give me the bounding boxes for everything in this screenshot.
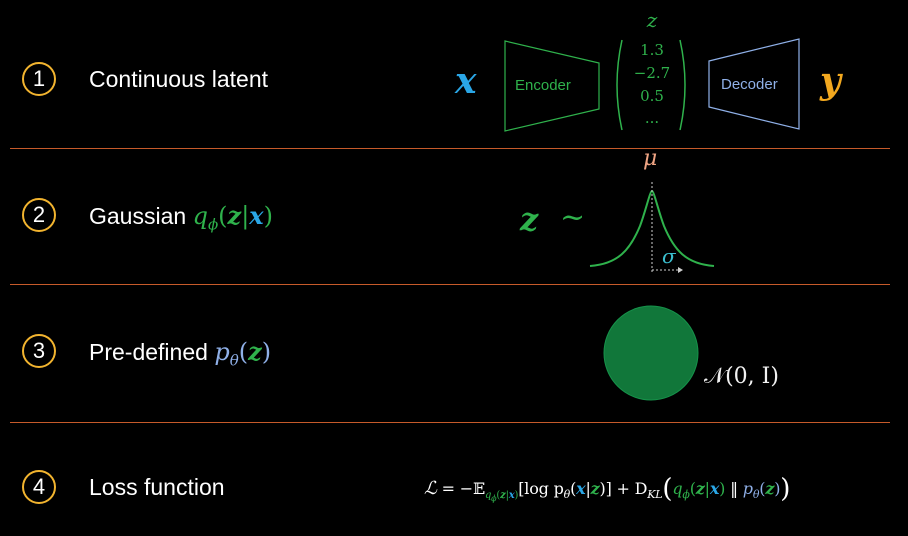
row-label-prior-text: Pre-defined — [89, 339, 215, 365]
kl-open: ( — [662, 474, 673, 504]
step-number-3: 3 — [22, 334, 56, 368]
neg-expectation: = −𝔼 — [436, 479, 486, 498]
gaussian-curve — [589, 182, 715, 274]
lik-close: )] — [599, 479, 612, 498]
q-z: z — [227, 201, 242, 230]
loss-symbol: ℒ — [424, 478, 437, 499]
row-label-gaussian-text: Gaussian — [89, 203, 193, 229]
input-x: x — [455, 60, 477, 102]
kl-p-z: z — [765, 479, 775, 498]
close-paren: ) — [263, 202, 273, 230]
latent-value-2: −2.7 — [633, 64, 671, 82]
encoder-label: Encoder — [515, 77, 571, 94]
row-gaussian: 2 Gaussian qϕ(z|x) z ~ μ σ — [0, 146, 908, 284]
row-label-prior: Pre-defined pθ(z) — [89, 337, 271, 370]
kl-q-z: z — [695, 479, 705, 498]
row-label-loss-function: Loss function — [89, 474, 225, 500]
kl-subscript: KL — [647, 488, 663, 502]
latent-z-title: z — [646, 8, 658, 32]
loss-equation: ℒ = −𝔼qϕ(z|x)[log pθ(x|z)] + DKL(qϕ(z|x)… — [424, 474, 790, 504]
encoder-q: q — [192, 202, 208, 230]
plus-divergence: + D — [611, 479, 648, 498]
lik-z: z — [590, 479, 600, 498]
row-loss-function: 4 Loss function ℒ = −𝔼qϕ(z|x)[log pθ(x|z… — [0, 422, 908, 536]
row-prior: 3 Pre-defined pθ(z) 𝒩(0, I) — [0, 284, 908, 422]
prior-p: p — [214, 338, 230, 366]
row-label-gaussian: Gaussian qϕ(z|x) — [89, 201, 273, 234]
q-x: x — [249, 201, 264, 230]
std-sigma: σ — [662, 244, 676, 268]
prior-circle — [603, 305, 699, 401]
latent-value-ellipsis: ... — [644, 109, 660, 127]
expectation-subscript: qϕ(z|x) — [485, 490, 518, 503]
step-number-4: 4 — [22, 470, 56, 504]
distributed-as-tilde: ~ — [560, 200, 586, 235]
log-likelihood: [log p — [518, 479, 564, 498]
output-y: y — [820, 60, 841, 102]
sampled-z: z — [520, 200, 539, 238]
kl-q: q — [672, 479, 683, 498]
row-continuous-latent: 1 Continuous latent x Encoder z 1.3 −2.7… — [0, 0, 908, 148]
kl-parallel: ‖ — [725, 479, 743, 498]
kl-close: ) — [780, 474, 791, 504]
mean-mu: μ — [643, 146, 658, 171]
latent-value-1: 1.3 — [640, 41, 664, 59]
kl-phi: ϕ — [682, 488, 690, 502]
theta-subscript: θ — [229, 351, 239, 370]
step-number-1: 1 — [22, 62, 56, 96]
decoder-label: Decoder — [721, 76, 778, 93]
open-paren: ( — [218, 202, 228, 230]
kl-q-x: x — [709, 479, 720, 498]
latent-value-3: 0.5 — [640, 87, 664, 105]
prior-z: z — [248, 337, 262, 366]
kl-p: p — [742, 479, 753, 498]
prior-close-paren: ) — [261, 338, 272, 366]
phi-subscript: ϕ — [207, 215, 219, 234]
prior-open-paren: ( — [238, 338, 249, 366]
standard-normal-label: 𝒩(0, I) — [704, 364, 779, 389]
row-label-continuous-latent: Continuous latent — [89, 66, 269, 92]
step-number-2: 2 — [22, 198, 56, 232]
